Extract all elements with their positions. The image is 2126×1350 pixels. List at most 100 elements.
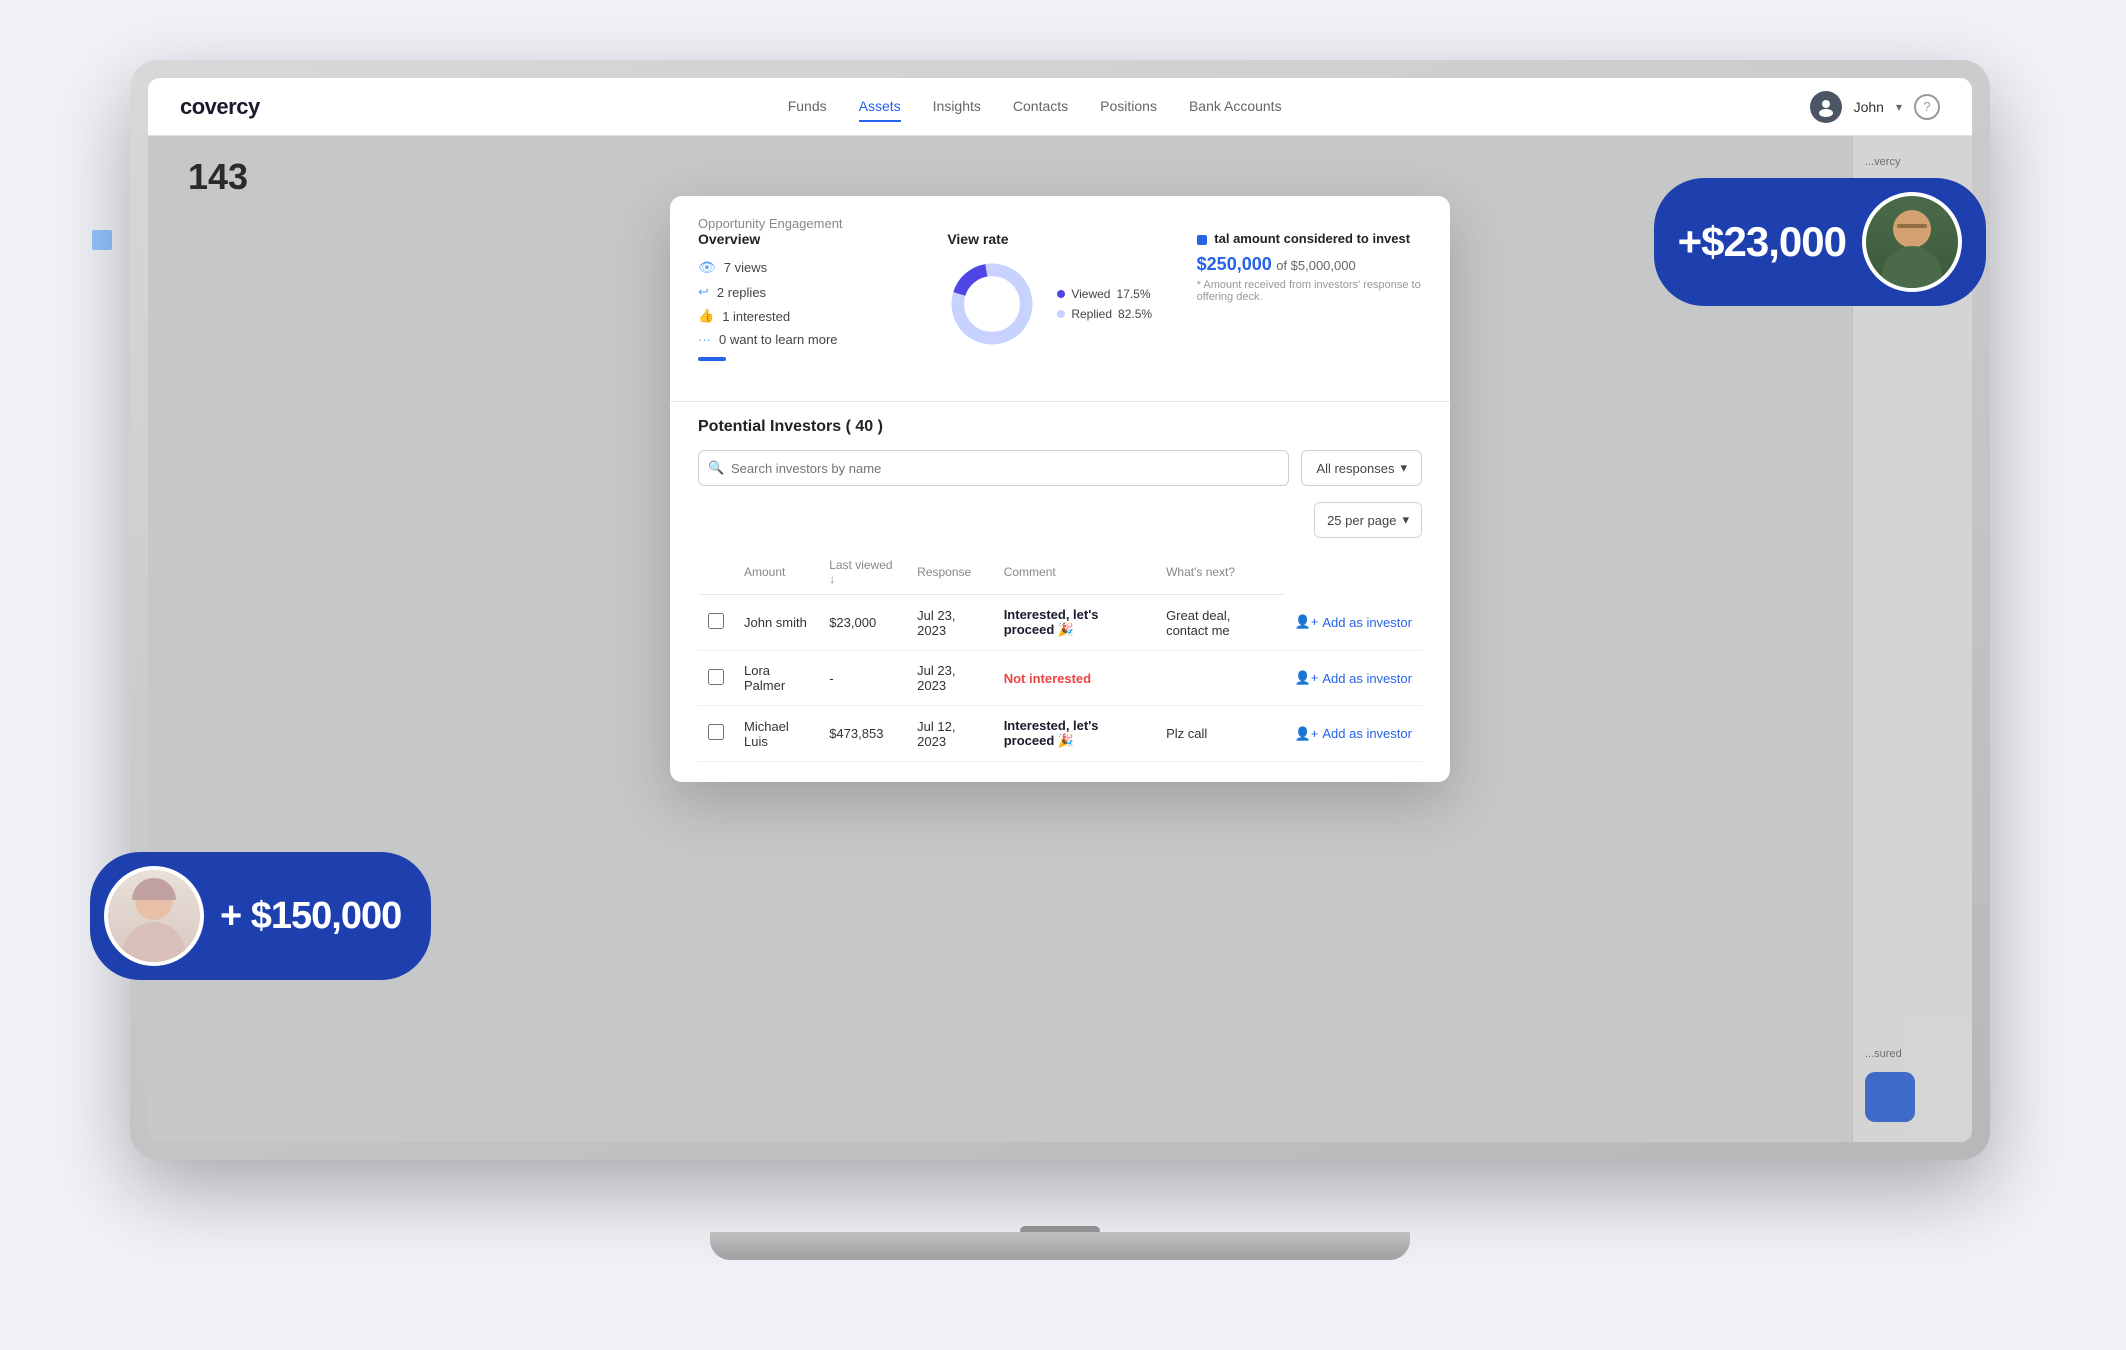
table-header: Amount Last viewed ↓ Response [698,550,1422,595]
stat-views: 👁 7 views [698,259,923,276]
nav-assets[interactable]: Assets [859,92,901,122]
view-rate-title: View rate [947,231,1172,247]
legend-replied: Replied 82.5% [1057,307,1152,321]
legend-dot-replied [1057,310,1065,318]
row2-last-viewed: Jul 23, 2023 [907,651,994,706]
row3-add-investor[interactable]: 👤+ Add as investor [1295,726,1412,742]
nav-funds[interactable]: Funds [788,92,827,122]
views-label: 7 views [724,260,767,275]
badge-right-avatar [1862,192,1962,292]
stat-interested: 👍 1 interested [698,308,923,324]
per-page-label: 25 per page [1327,513,1396,528]
replies-label: 2 replies [717,285,766,300]
filter-button[interactable]: All responses ▾ [1301,450,1422,486]
nav-bank-accounts[interactable]: Bank Accounts [1189,92,1282,122]
overview-title: Overview [698,231,923,247]
row3-response: Interested, let's proceed 🎉 [994,706,1156,762]
row1-comment: Great deal, contact me [1156,595,1285,651]
filter-label: All responses [1316,461,1394,476]
add-investor-icon: 👤+ [1295,614,1319,630]
view-rate-section: View rate [947,231,1172,361]
nav-insights[interactable]: Insights [933,92,981,122]
chevron-down-icon: ▾ [1896,100,1902,114]
investors-title: Potential Investors [698,418,841,435]
user-name[interactable]: John [1854,99,1884,115]
col-last-viewed[interactable]: Last viewed ↓ [819,550,907,595]
investors-count-close: ) [878,418,883,435]
per-page-chevron: ▾ [1402,512,1409,528]
col-whats-next: What's next? [1156,550,1285,595]
chevron-down-icon: ▾ [1400,460,1407,476]
row2-checkbox-cell [698,651,734,706]
eye-icon: 👁 [698,259,716,276]
avatar-body-woman [123,922,185,962]
nav-contacts[interactable]: Contacts [1013,92,1068,122]
nav-items: Funds Assets Insights Contacts Positions… [300,92,1770,122]
row2-name: Lora Palmer [734,651,819,706]
investors-table: Amount Last viewed ↓ Response [698,550,1422,762]
nav-right: John ▾ ? [1810,91,1940,123]
legend-dot-viewed [1057,290,1065,298]
legend-replied-label: Replied [1071,307,1112,321]
per-page-button[interactable]: 25 per page ▾ [1314,502,1422,538]
row1-checkbox-cell [698,595,734,651]
badge-right: +$23,000 [1654,178,1986,306]
stat-learn-more: ··· 0 want to learn more [698,332,923,347]
search-icon: 🔍 [708,460,724,476]
modal-divider [670,401,1450,402]
app-logo: covercy [180,94,260,120]
investors-controls: 🔍 All responses ▾ [698,450,1422,486]
investors-count-val: 40 [855,418,873,435]
overview-stats: 👁 7 views ↩ 2 replies [698,259,923,347]
row3-name: Michael Luis [734,706,819,762]
opportunity-modal: Opportunity Engagement Overview [670,196,1450,782]
col-amount: Amount [734,550,819,595]
row1-checkbox[interactable] [708,613,724,629]
app-navbar: covercy Funds Assets Insights Contacts P… [148,78,1972,136]
dots-icon: ··· [698,332,711,347]
nav-positions[interactable]: Positions [1100,92,1157,122]
row3-amount: $473,853 [819,706,907,762]
donut-container: Viewed 17.5% Replied 82.5% [947,259,1172,349]
table-body: John smith $23,000 Jul 23, 2023 Interest… [698,595,1422,762]
row2-add-investor[interactable]: 👤+ Add as investor [1295,670,1412,686]
amount-of-total: of $5,000,000 [1276,258,1356,273]
amount-display: $250,000 of $5,000,000 [1197,254,1422,275]
search-input[interactable] [698,450,1289,486]
row2-amount: - [819,651,907,706]
modal-body: Potential Investors ( 40 ) 🔍 [670,418,1450,782]
total-amount-section: tal amount considered to invest $250,000… [1197,231,1422,361]
row1-last-viewed: Jul 23, 2023 [907,595,994,651]
interested-label: 1 interested [722,309,790,324]
legend-viewed: Viewed 17.5% [1057,287,1152,301]
row1-response: Interested, let's proceed 🎉 [994,595,1156,651]
donut-legend: Viewed 17.5% Replied 82.5% [1057,287,1152,321]
modal-breadcrumb: Opportunity Engagement [670,196,1450,231]
blue-box-icon [1197,235,1207,245]
table-row: Michael Luis $473,853 Jul 12, 2023 Inter… [698,706,1422,762]
avatar-body [1882,246,1942,288]
badge-left: + $150,000 [90,852,431,980]
deco-square-2 [92,230,112,250]
legend-viewed-value: 17.5% [1116,287,1150,301]
col-response: Response [907,550,994,595]
table-row: Lora Palmer - Jul 23, 2023 Not intereste… [698,651,1422,706]
indicator-bar [698,357,726,361]
badge-right-amount: +$23,000 [1678,218,1846,266]
controls-row2: 25 per page ▾ [698,502,1422,538]
row3-checkbox-cell [698,706,734,762]
legend-replied-value: 82.5% [1118,307,1152,321]
row1-add-investor[interactable]: 👤+ Add as investor [1295,614,1412,630]
help-icon[interactable]: ? [1914,94,1940,120]
overview-grid: Overview 👁 7 views ↩ [698,231,1422,361]
search-wrapper: 🔍 [698,450,1289,486]
col-comment: Comment [994,550,1156,595]
row3-last-viewed: Jul 12, 2023 [907,706,994,762]
avatar-head [1893,210,1931,248]
total-amount-title: tal amount considered to invest [1197,231,1422,246]
row3-checkbox[interactable] [708,724,724,740]
row2-checkbox[interactable] [708,669,724,685]
add-investor-icon-3: 👤+ [1295,726,1319,742]
user-avatar-nav[interactable] [1810,91,1842,123]
col-checkbox [698,550,734,595]
